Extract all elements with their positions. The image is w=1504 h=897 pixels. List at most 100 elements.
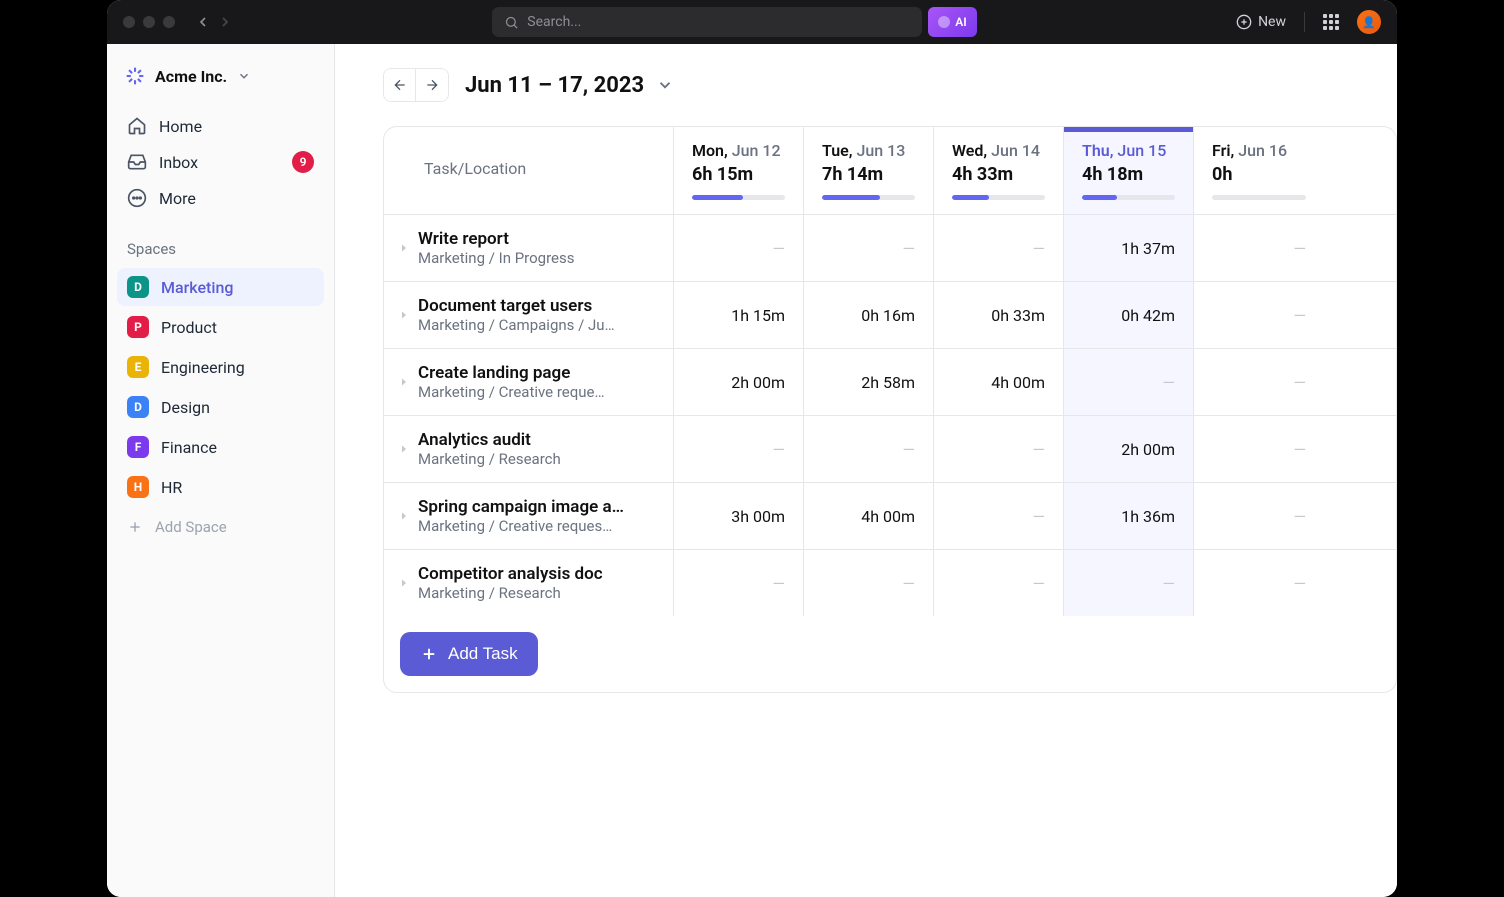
time-cell[interactable]: — <box>934 483 1064 549</box>
time-cell[interactable]: 1h 15m <box>674 282 804 348</box>
space-name: Engineering <box>161 358 245 377</box>
expand-icon[interactable] <box>398 373 410 392</box>
expand-icon[interactable] <box>398 306 410 325</box>
expand-icon[interactable] <box>398 507 410 526</box>
time-cell[interactable]: — <box>1064 349 1194 415</box>
next-week-button[interactable] <box>416 69 448 101</box>
spaces-label: Spaces <box>107 222 334 266</box>
task-path: Marketing / Research <box>418 584 603 602</box>
day-name: Thu, Jun 15 <box>1082 141 1175 160</box>
time-cell[interactable]: 2h 58m <box>804 349 934 415</box>
titlebar-right: New 👤 <box>1236 10 1381 34</box>
titlebar: Search... AI New 👤 <box>107 0 1397 44</box>
time-cell[interactable]: — <box>1194 349 1324 415</box>
time-cell[interactable]: — <box>934 550 1064 616</box>
inbox-icon <box>127 152 147 172</box>
time-cell[interactable]: — <box>934 416 1064 482</box>
time-cell[interactable]: 0h 33m <box>934 282 1064 348</box>
task-cell[interactable]: Write report Marketing / In Progress <box>384 215 674 281</box>
traffic-minimize[interactable] <box>143 16 155 28</box>
space-item-finance[interactable]: F Finance <box>117 428 324 466</box>
expand-icon[interactable] <box>398 574 410 593</box>
time-cell[interactable]: — <box>804 550 934 616</box>
time-cell[interactable]: — <box>934 215 1064 281</box>
prev-week-button[interactable] <box>384 69 416 101</box>
day-header[interactable]: Tue, Jun 13 7h 14m <box>804 127 934 214</box>
time-cell[interactable]: 0h 16m <box>804 282 934 348</box>
day-total: 4h 18m <box>1082 164 1175 185</box>
task-cell[interactable]: Analytics audit Marketing / Research <box>384 416 674 482</box>
time-cell[interactable]: — <box>674 215 804 281</box>
search-input[interactable]: Search... <box>492 7 922 37</box>
chevron-down-icon <box>656 76 674 94</box>
expand-icon[interactable] <box>398 239 410 258</box>
plus-icon <box>420 645 438 663</box>
workspace-logo-icon <box>125 66 145 86</box>
time-cell[interactable]: — <box>1194 215 1324 281</box>
space-item-product[interactable]: P Product <box>117 308 324 346</box>
time-cell[interactable]: 3h 00m <box>674 483 804 549</box>
task-cell[interactable]: Competitor analysis doc Marketing / Rese… <box>384 550 674 616</box>
ai-button[interactable]: AI <box>928 7 976 37</box>
time-cell[interactable]: 1h 37m <box>1064 215 1194 281</box>
space-item-engineering[interactable]: E Engineering <box>117 348 324 386</box>
add-space-button[interactable]: Add Space <box>107 508 334 546</box>
nav-home-label: Home <box>159 117 202 136</box>
sheet-header: Task/Location Mon, Jun 12 6h 15m Tue, Ju… <box>384 127 1396 215</box>
time-cell[interactable]: — <box>804 416 934 482</box>
time-cell[interactable]: — <box>1194 416 1324 482</box>
task-cell[interactable]: Document target users Marketing / Campai… <box>384 282 674 348</box>
task-row: Competitor analysis doc Marketing / Rese… <box>384 550 1396 616</box>
traffic-close[interactable] <box>123 16 135 28</box>
forward-icon[interactable] <box>217 14 233 30</box>
space-badge: H <box>127 476 149 498</box>
apps-icon[interactable] <box>1323 14 1339 30</box>
nav-inbox[interactable]: Inbox 9 <box>117 144 324 180</box>
time-cell[interactable]: — <box>1194 483 1324 549</box>
task-cell[interactable]: Create landing page Marketing / Creative… <box>384 349 674 415</box>
day-header[interactable]: Fri, Jun 16 0h <box>1194 127 1324 214</box>
search-placeholder: Search... <box>527 14 581 30</box>
day-header[interactable]: Wed, Jun 14 4h 33m <box>934 127 1064 214</box>
window-controls <box>123 16 175 28</box>
nav-more[interactable]: More <box>117 180 324 216</box>
time-cell[interactable]: 1h 36m <box>1064 483 1194 549</box>
day-header[interactable]: Thu, Jun 15 4h 18m <box>1064 127 1194 214</box>
traffic-maximize[interactable] <box>163 16 175 28</box>
space-item-design[interactable]: D Design <box>117 388 324 426</box>
time-cell[interactable]: 4h 00m <box>804 483 934 549</box>
nav-home[interactable]: Home <box>117 108 324 144</box>
inbox-badge: 9 <box>292 151 314 173</box>
time-cell[interactable]: — <box>1194 282 1324 348</box>
time-cell[interactable]: — <box>804 215 934 281</box>
spaces-list: D Marketing P Product E Engineering D De… <box>107 268 334 506</box>
day-bar <box>952 195 1045 200</box>
task-cell[interactable]: Spring campaign image a… Marketing / Cre… <box>384 483 674 549</box>
space-item-hr[interactable]: H HR <box>117 468 324 506</box>
time-cell[interactable]: 0h 42m <box>1064 282 1194 348</box>
back-icon[interactable] <box>195 14 211 30</box>
time-cell[interactable]: — <box>1194 550 1324 616</box>
new-button[interactable]: New <box>1236 14 1286 30</box>
day-header[interactable]: Mon, Jun 12 6h 15m <box>674 127 804 214</box>
time-cell[interactable]: — <box>1064 550 1194 616</box>
expand-icon[interactable] <box>398 440 410 459</box>
time-cell[interactable]: — <box>674 550 804 616</box>
workspace-name: Acme Inc. <box>155 67 227 86</box>
space-item-marketing[interactable]: D Marketing <box>117 268 324 306</box>
add-task-button[interactable]: Add Task <box>400 632 538 676</box>
sheet-footer: Add Task <box>384 616 1396 692</box>
time-cell[interactable]: 2h 00m <box>674 349 804 415</box>
task-text: Spring campaign image a… Marketing / Cre… <box>418 497 624 535</box>
day-total: 7h 14m <box>822 164 915 185</box>
time-cell[interactable]: 4h 00m <box>934 349 1064 415</box>
ai-label: AI <box>955 15 966 29</box>
task-row: Document target users Marketing / Campai… <box>384 282 1396 349</box>
date-range-picker[interactable]: Jun 11 – 17, 2023 <box>465 73 674 98</box>
user-avatar[interactable]: 👤 <box>1357 10 1381 34</box>
task-text: Analytics audit Marketing / Research <box>418 430 561 468</box>
time-cell[interactable]: — <box>674 416 804 482</box>
date-arrows <box>383 68 449 102</box>
time-cell[interactable]: 2h 00m <box>1064 416 1194 482</box>
workspace-switcher[interactable]: Acme Inc. <box>107 58 334 102</box>
